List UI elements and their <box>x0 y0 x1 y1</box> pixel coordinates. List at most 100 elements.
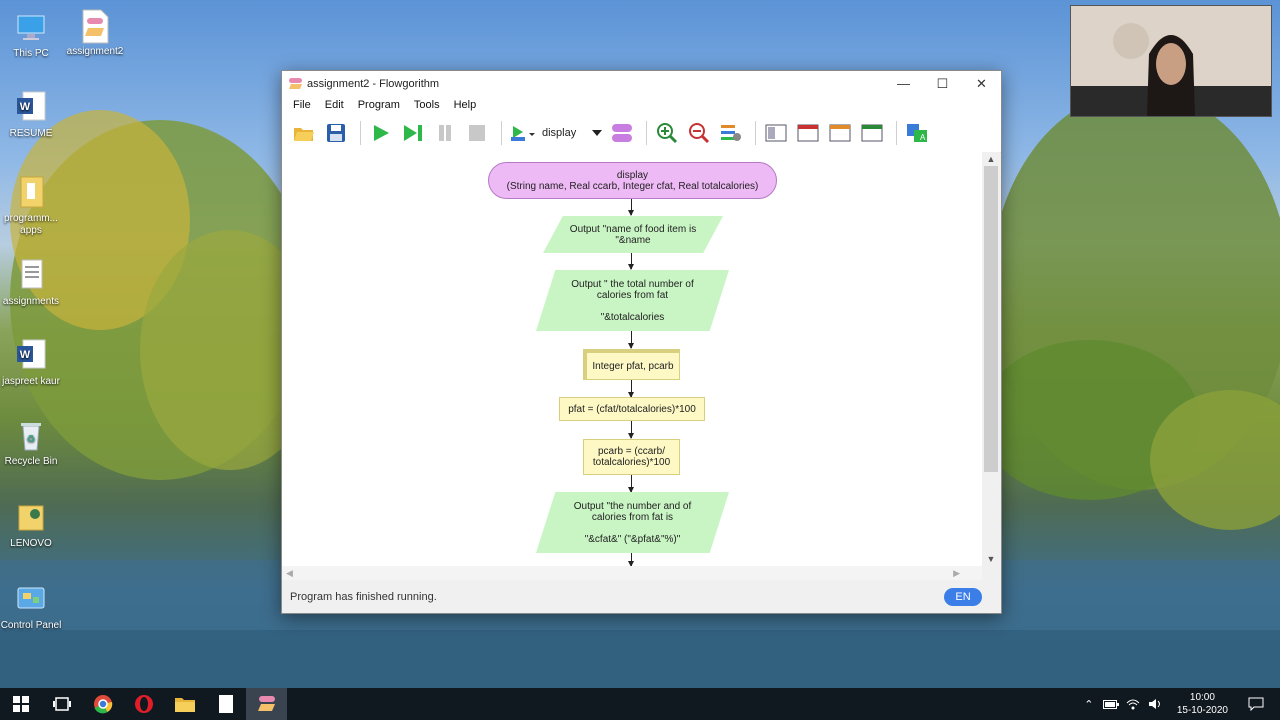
zoom-in-icon[interactable] <box>653 119 681 147</box>
function-shape-icon[interactable] <box>608 119 636 147</box>
svg-text:W: W <box>20 349 31 361</box>
flowchart-main-header[interactable]: display (String name, Real ccarb, Intege… <box>488 162 777 199</box>
desktop-icon-jaspreet-kaur[interactable]: W jaspreet kaur <box>0 338 66 388</box>
flowchart-output-totalcalories[interactable]: Output " the total number of calories fr… <box>536 270 729 331</box>
toolbar-separator <box>646 121 647 145</box>
wifi-icon[interactable] <box>1123 698 1143 710</box>
console-icon[interactable] <box>794 119 822 147</box>
clock-date: 15-10-2020 <box>1176 705 1228 716</box>
layout-settings-icon[interactable] <box>717 119 745 147</box>
desktop-icon-programming-apps[interactable]: programm... apps <box>0 175 66 237</box>
notepad-icon[interactable] <box>205 688 246 720</box>
run-icon[interactable] <box>367 119 395 147</box>
volume-icon[interactable] <box>1145 698 1165 710</box>
flow-arrow <box>628 199 634 216</box>
title-bar[interactable]: assignment2 - Flowgorithm — ☐ ✕ <box>282 71 1001 96</box>
menu-bar: File Edit Program Tools Help <box>282 96 1001 114</box>
flow-arrow <box>628 421 634 439</box>
desktop-icon-control-panel[interactable]: Control Panel <box>0 582 66 632</box>
toolbar: display A <box>282 114 1001 153</box>
file-explorer-icon[interactable] <box>164 688 205 720</box>
step-icon[interactable] <box>399 119 427 147</box>
function-select-value: display <box>542 127 577 139</box>
function-select[interactable]: display <box>542 127 602 139</box>
flowchart-output-name[interactable]: Output "name of food item is "&name <box>543 216 723 253</box>
source-code-icon[interactable] <box>826 119 854 147</box>
taskbar-clock[interactable]: 10:00 15-10-2020 <box>1177 691 1228 717</box>
flow-arrow <box>628 253 634 270</box>
this-pc-icon <box>15 10 47 44</box>
desktop-icon-recycle-bin[interactable]: ♻ Recycle Bin <box>0 418 66 468</box>
chevron-down-icon <box>592 127 602 139</box>
word-document-icon: W <box>15 338 47 372</box>
toolbar-separator <box>896 121 897 145</box>
svg-text:♻: ♻ <box>27 434 36 445</box>
flowchart-output-cfat[interactable]: Output "the number and of calories from … <box>536 492 729 553</box>
clock-time: 10:00 <box>1189 692 1215 703</box>
translate-icon[interactable]: A <box>903 119 931 147</box>
taskbar: ⌃ 10:00 15-10-2020 <box>0 688 1280 720</box>
flow-arrow <box>628 553 634 566</box>
menu-tools[interactable]: Tools <box>407 99 447 111</box>
svg-text:A: A <box>920 133 926 142</box>
horizontal-scrollbar[interactable]: ◀ ▶ <box>282 566 982 580</box>
scroll-right-icon[interactable]: ▶ <box>953 566 960 580</box>
maximize-button[interactable]: ☐ <box>923 71 962 96</box>
minimize-button[interactable]: — <box>884 71 923 96</box>
flowgorithm-taskbar-icon[interactable] <box>246 688 287 720</box>
folder-icon <box>15 500 47 534</box>
battery-icon[interactable] <box>1101 699 1121 709</box>
notifications-icon[interactable] <box>1246 697 1266 711</box>
word-document-icon: W <box>15 90 47 124</box>
run-speed-icon[interactable] <box>508 119 536 147</box>
menu-help[interactable]: Help <box>447 99 484 111</box>
webcam-overlay <box>1070 5 1272 117</box>
pause-icon[interactable] <box>431 119 459 147</box>
desktop-icon-this-pc[interactable]: This PC <box>0 10 66 60</box>
system-tray: ⌃ 10:00 15-10-2020 <box>1079 688 1280 720</box>
windows-start-icon[interactable] <box>0 688 41 720</box>
chart-view-icon[interactable] <box>858 119 886 147</box>
chrome-icon[interactable] <box>82 688 123 720</box>
flow-arrow <box>628 331 634 349</box>
toolbar-separator <box>501 121 502 145</box>
scroll-up-icon[interactable]: ▲ <box>982 152 1000 166</box>
desktop-icon-lenovo[interactable]: LENOVO <box>0 500 66 550</box>
toolbar-separator <box>755 121 756 145</box>
flowchart-declare[interactable]: Integer pfat, pcarb <box>583 349 680 380</box>
flowgorithm-window[interactable]: assignment2 - Flowgorithm — ☐ ✕ File Edi… <box>281 70 1002 614</box>
language-button[interactable]: EN <box>944 587 982 606</box>
desktop-icon-assignments[interactable]: assignments <box>0 258 66 308</box>
variable-watch-icon[interactable] <box>762 119 790 147</box>
flowchart-canvas[interactable]: display (String name, Real ccarb, Intege… <box>282 152 982 566</box>
zoom-out-icon[interactable] <box>685 119 713 147</box>
flow-arrow <box>628 475 634 493</box>
flowgorithm-app-icon <box>289 78 302 89</box>
control-panel-icon <box>15 582 47 616</box>
toolbar-separator <box>360 121 361 145</box>
task-view-icon[interactable] <box>41 688 82 720</box>
flowchart-assign-pcarb[interactable]: pcarb = (ccarb/ totalcalories)*100 <box>583 439 680 475</box>
flow-arrow <box>628 380 634 398</box>
menu-edit[interactable]: Edit <box>318 99 351 111</box>
folder-icon <box>15 175 47 209</box>
scrollbar-thumb[interactable] <box>984 166 998 472</box>
desktop-icon-assignment2[interactable]: assignment2 <box>60 8 130 58</box>
svg-text:W: W <box>20 101 31 113</box>
chevron-up-icon[interactable]: ⌃ <box>1079 698 1099 711</box>
stop-icon[interactable] <box>463 119 491 147</box>
vertical-scrollbar[interactable]: ▲ ▼ <box>982 152 1000 566</box>
document-icon <box>15 258 47 292</box>
flowchart-assign-pfat[interactable]: pfat = (cfat/totalcalories)*100 <box>559 397 705 421</box>
desktop-icon-resume[interactable]: W RESUME <box>0 90 66 140</box>
save-icon[interactable] <box>322 119 350 147</box>
window-title: assignment2 - Flowgorithm <box>307 77 440 90</box>
menu-file[interactable]: File <box>286 99 318 111</box>
menu-program[interactable]: Program <box>351 99 407 111</box>
close-button[interactable]: ✕ <box>962 71 1001 96</box>
opera-icon[interactable] <box>123 688 164 720</box>
scroll-left-icon[interactable]: ◀ <box>286 566 293 580</box>
status-bar: Program has finished running. EN <box>282 580 1000 613</box>
scroll-down-icon[interactable]: ▼ <box>982 552 1000 566</box>
open-folder-icon[interactable] <box>290 119 318 147</box>
